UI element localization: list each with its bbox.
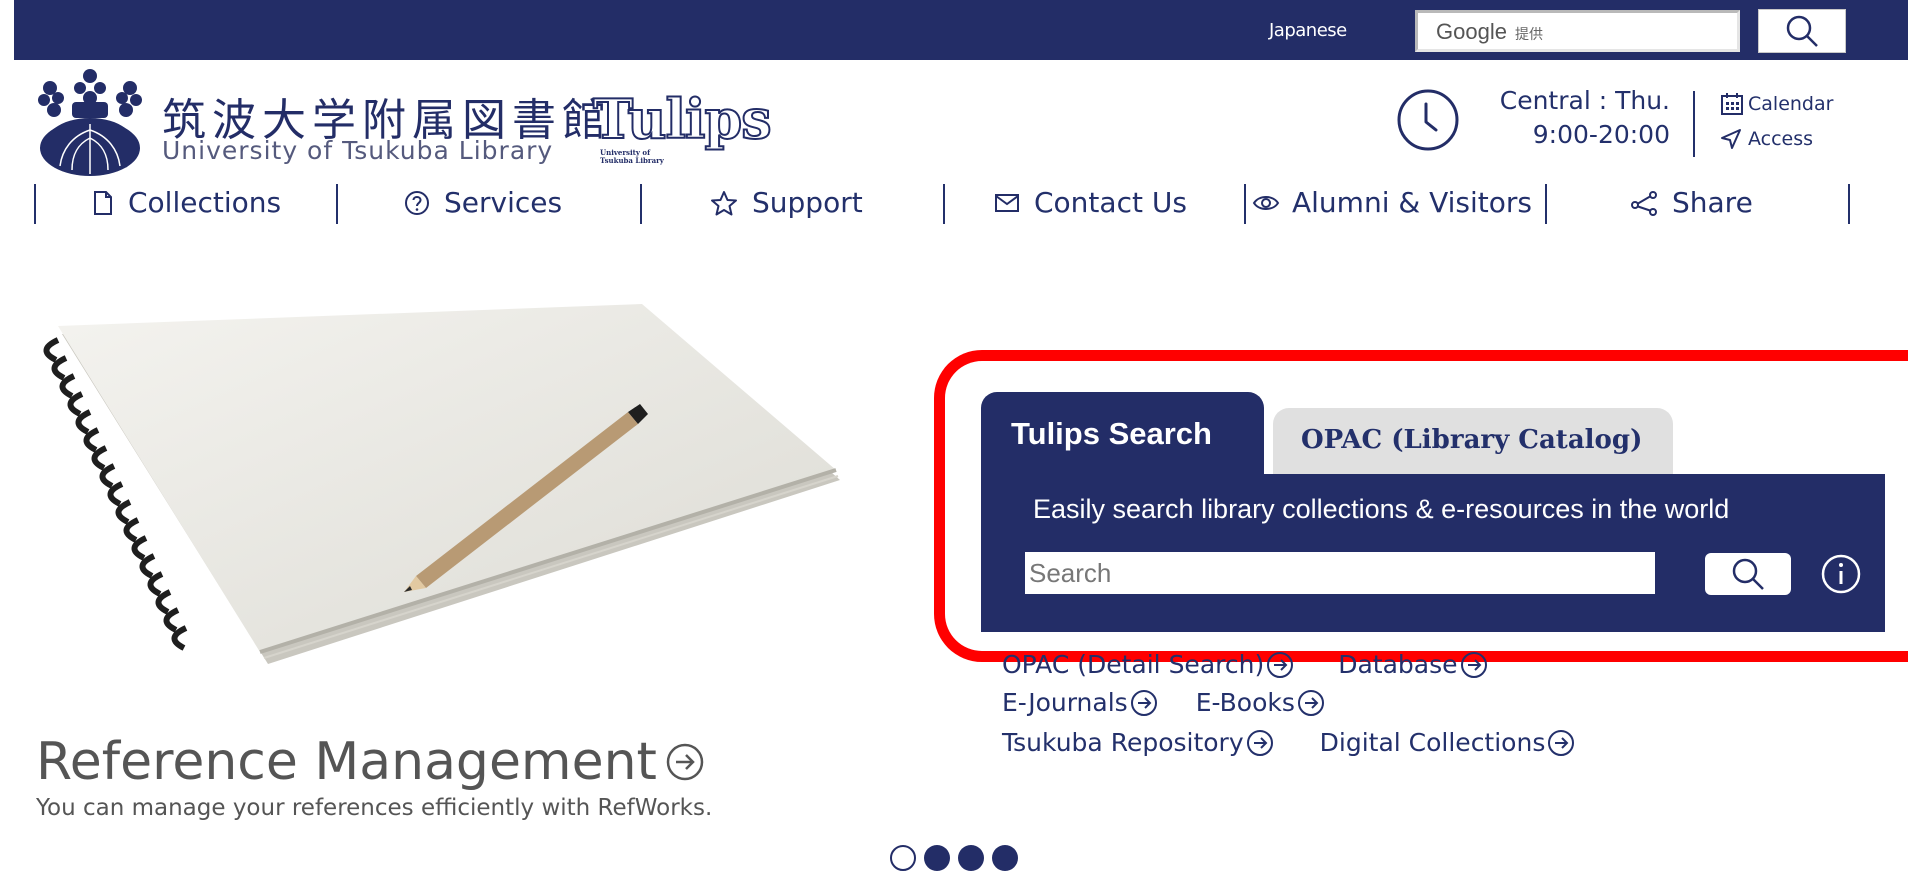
link-e-books[interactable]: E-Books [1196,688,1325,717]
search-input[interactable] [1025,552,1655,594]
arrow-circle-right-icon [666,743,704,781]
nav-label-share: Share [1672,186,1753,219]
link-opac-detail-search[interactable]: OPAC (Detail Search) [1002,650,1294,679]
access-label: Access [1748,128,1814,150]
nav-divider [1244,184,1246,224]
arrow-circle-right-icon [1267,651,1294,678]
nav-label-support: Support [752,186,863,219]
university-emblem-icon [38,69,142,176]
link-tsukuba-repository[interactable]: Tsukuba Repository [1002,728,1274,757]
link-database[interactable]: Database [1338,650,1487,679]
japanese-language-link[interactable]: Japanese [1269,20,1347,41]
arrow-circle-right-icon [1246,729,1273,756]
calendar-label: Calendar [1748,93,1834,115]
nav-item-contact[interactable]: Contact Us [994,186,1187,219]
link-label: E-Journals [1002,688,1128,717]
carousel-dot[interactable] [890,845,916,871]
tulips-logo[interactable]: Tulips [592,86,773,152]
nav-item-share[interactable]: Share [1630,186,1753,219]
google-search-button[interactable] [1758,9,1846,53]
eye-icon [1252,195,1280,210]
nav-divider [336,184,338,224]
tulips-logo-subtitle: University of Tsukuba Library [600,148,664,165]
info-icon[interactable] [1819,552,1863,596]
nav-divider [943,184,945,224]
arrow-circle-right-icon [1460,651,1487,678]
notebook-pencil-image [43,304,840,664]
carousel-dot[interactable] [992,845,1018,871]
star-icon [711,190,737,215]
link-label: E-Books [1195,688,1295,717]
nav-divider [1848,184,1850,224]
nav-label-alumni: Alumni & Visitors [1292,186,1533,219]
nav-divider [640,184,642,224]
reference-management-description: You can manage your references efficient… [36,795,713,821]
link-digital-collections[interactable]: Digital Collections [1320,728,1576,757]
document-icon [94,190,112,215]
nav-label-contact: Contact Us [1034,186,1187,219]
tab-tulips-search[interactable]: Tulips Search [981,392,1264,476]
clock-icon [1397,89,1459,151]
google-search-input[interactable]: Google 提供 [1415,10,1740,52]
google-search-placeholder: Google 提供 [1436,19,1543,44]
link-label: Tsukuba Repository [1002,728,1244,757]
reference-management-link[interactable]: Reference Management [36,732,705,792]
send-arrow-icon [1721,129,1741,149]
arrow-circle-right-icon [1548,729,1575,756]
library-name-english: University of Tsukuba Library [162,136,554,165]
calendar-link[interactable]: Calendar [1720,92,1833,116]
mail-icon [995,193,1019,212]
access-link[interactable]: Access [1720,128,1813,150]
hours-divider [1693,91,1695,157]
nav-divider [34,184,36,224]
main-navigation: Collections Services Support Contact Us … [0,180,1908,226]
search-panel: Easily search library collections & e-re… [981,474,1885,632]
search-description: Easily search library collections & e-re… [1033,494,1730,524]
question-circle-icon [405,190,429,215]
share-icon [1631,190,1657,216]
search-icon [1786,15,1818,47]
search-button[interactable] [1705,553,1791,595]
link-label: Digital Collections [1319,728,1546,757]
arrow-circle-right-icon [1130,689,1157,716]
opening-hours-time: 9:00-20:00 [1532,120,1670,149]
nav-label-collections: Collections [128,186,282,219]
nav-label-services: Services [444,186,563,219]
nav-item-services[interactable]: Services [404,186,562,219]
opening-hours-label: Central : Thu. [1499,86,1670,115]
carousel-dot[interactable] [958,845,984,871]
carousel-dot[interactable] [924,845,950,871]
link-label: OPAC (Detail Search) [1002,650,1265,679]
link-label: Database [1338,650,1458,679]
nav-item-support[interactable]: Support [710,186,863,219]
search-icon [1732,558,1764,590]
arrow-circle-right-icon [1297,689,1324,716]
calendar-icon [1721,93,1743,115]
link-e-journals[interactable]: E-Journals [1002,688,1158,717]
nav-item-alumni[interactable]: Alumni & Visitors [1252,186,1532,219]
nav-divider [1545,184,1547,224]
nav-item-collections[interactable]: Collections [92,186,281,219]
reference-management-title: Reference Management [36,732,657,792]
carousel-dots [890,845,1018,871]
tab-opac-library-catalog[interactable]: OPAC (Library Catalog) [1273,408,1673,476]
